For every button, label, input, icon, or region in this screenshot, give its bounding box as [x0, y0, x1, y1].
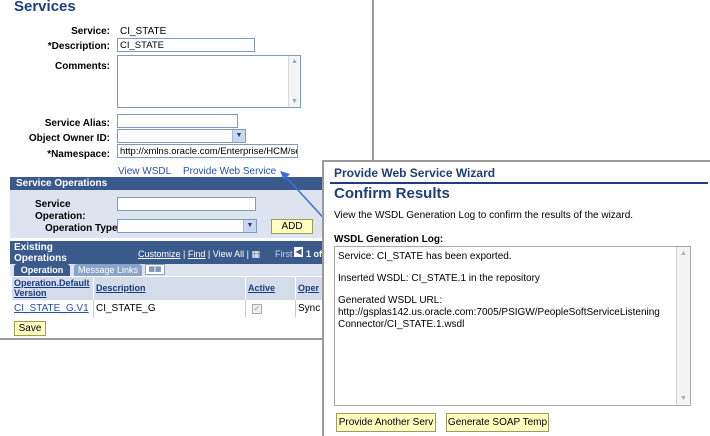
log-textarea[interactable]: Service: CI_STATE has been exported. Ins… [334, 246, 691, 406]
service-operation-label-1: Service [35, 199, 71, 210]
description-input[interactable]: CI_STATE [117, 38, 255, 52]
first-label[interactable]: First [275, 249, 293, 259]
dropdown-arrow-icon[interactable]: ▼ [243, 220, 256, 232]
log-line: Service: CI_STATE has been exported. [338, 251, 512, 262]
wizard-title-rule [330, 182, 708, 184]
provide-another-service-button[interactable]: Provide Another Serv [336, 413, 436, 432]
log-line: Inserted WSDL: CI_STATE.1 in the reposit… [338, 273, 540, 284]
log-line: Generated WSDL URL: [338, 295, 443, 306]
spreadsheet-tab-icon[interactable]: ▦▦ [145, 264, 165, 275]
separator: | [246, 249, 249, 259]
wizard-window: Provide Web Service Wizard Confirm Resul… [322, 160, 710, 436]
scroll-up-icon[interactable]: ▲ [678, 248, 689, 259]
find-link[interactable]: Find [188, 249, 206, 259]
existing-operations-title-1: Existing [14, 242, 53, 253]
service-label: Service: [71, 26, 110, 37]
wizard-subtitle: Confirm Results [334, 185, 450, 202]
type-cell: Sync [296, 300, 322, 317]
active-cell: ✓ [246, 300, 296, 317]
view-wsdl-link[interactable]: View WSDL [118, 166, 171, 177]
description-label: *Description: [47, 41, 110, 52]
add-button[interactable]: ADD [271, 219, 313, 234]
view-all-link[interactable]: View All [213, 249, 244, 259]
service-value: CI_STATE [120, 26, 167, 37]
tab-message-links[interactable]: Message Links [74, 264, 142, 276]
log-label: WSDL Generation Log: [334, 234, 444, 245]
col-header-description[interactable]: Description [94, 277, 246, 300]
description-cell: CI_STATE_G [94, 300, 246, 317]
namespace-input[interactable]: http://xmlns.oracle.com/Enterprise/HCM/s… [117, 144, 298, 158]
existing-operations-title-2: Operations [14, 253, 67, 264]
comments-textarea[interactable]: ▲ ▼ [117, 55, 301, 108]
alias-input[interactable] [117, 114, 238, 128]
generate-soap-template-button[interactable]: Generate SOAP Temp [446, 413, 549, 432]
wizard-title: Provide Web Service Wizard [334, 166, 496, 180]
grid-icon[interactable]: ▦ [252, 249, 261, 259]
service-operation-label-2: Operation: [35, 211, 86, 222]
namespace-label: *Namespace: [47, 149, 110, 160]
provide-web-service-link[interactable]: Provide Web Service [183, 166, 276, 177]
operation-link[interactable]: CI_STATE_G.V1 [14, 303, 89, 314]
log-line: http://gsplas142.us.oracle.com:7005/PSIG… [338, 307, 660, 318]
separator: | [207, 249, 211, 259]
checkbox-icon[interactable]: ✓ [252, 304, 262, 314]
page-title: Services [14, 0, 76, 15]
scroll-up-icon[interactable]: ▲ [289, 56, 300, 67]
customize-link[interactable]: Customize [138, 249, 181, 259]
scroll-down-icon[interactable]: ▼ [678, 393, 689, 404]
owner-label: Object Owner ID: [28, 133, 110, 144]
col-header-active[interactable]: Active [246, 277, 296, 300]
services-window: Services Service: CI_STATE *Description:… [0, 0, 374, 340]
pager-text: 1 of [306, 249, 323, 259]
dropdown-arrow-icon[interactable]: ▼ [232, 130, 245, 142]
owner-select[interactable]: ▼ [117, 129, 246, 143]
grid-actions: Customize | Find | View All | ▦ [138, 249, 260, 260]
log-scrollbar[interactable]: ▲ ▼ [676, 247, 690, 405]
col-header-type[interactable]: Oper [296, 277, 322, 300]
operation-type-label: Operation Type: [45, 223, 121, 234]
nav-left-icon[interactable]: ◀ [294, 247, 303, 257]
comments-scrollbar[interactable]: ▲ ▼ [288, 56, 300, 107]
save-button[interactable]: Save [14, 321, 46, 336]
scroll-down-icon[interactable]: ▼ [289, 96, 300, 107]
operation-type-select[interactable]: ▼ [117, 219, 257, 233]
service-operation-input[interactable] [117, 197, 256, 211]
log-line: Connector/CI_STATE.1.wsdl [338, 319, 465, 330]
tab-operation[interactable]: Operation [14, 264, 70, 276]
wizard-instruction: View the WSDL Generation Log to confirm … [334, 210, 634, 221]
col-header-operation[interactable]: Operation.Default Version [12, 277, 94, 300]
separator: | [183, 249, 186, 259]
service-operations-header: Service Operations [10, 177, 365, 190]
alias-label: Service Alias: [44, 118, 110, 129]
comments-label: Comments: [54, 61, 110, 72]
